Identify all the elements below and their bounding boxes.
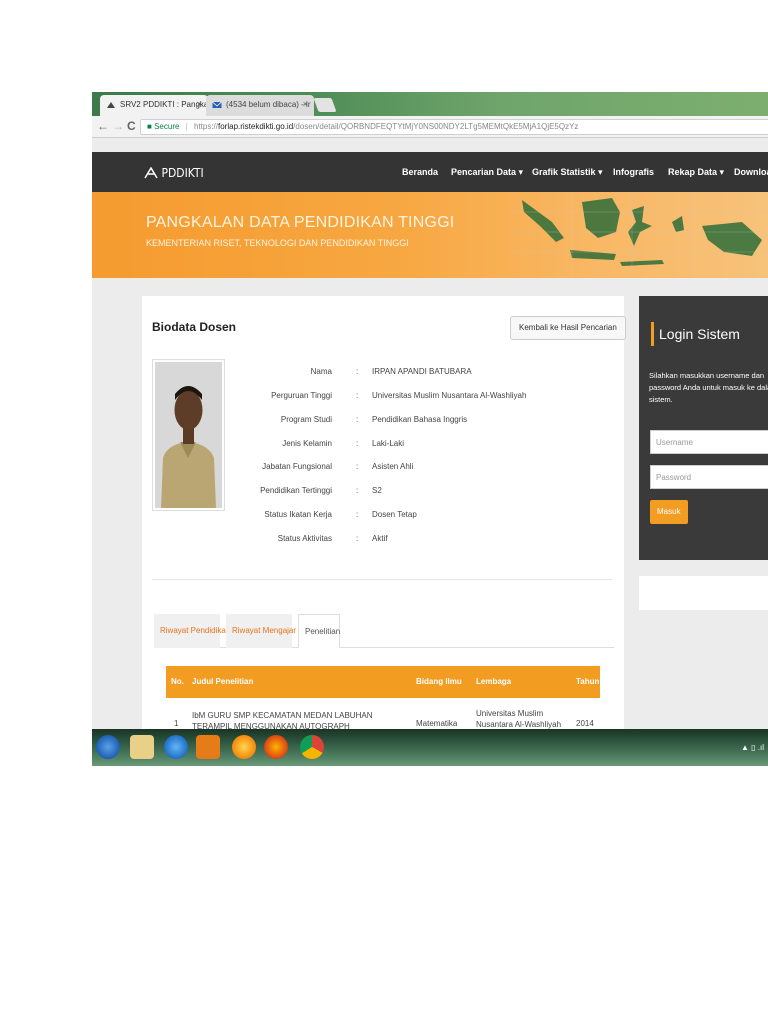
mail-icon xyxy=(212,101,222,108)
nav-beranda[interactable]: Beranda xyxy=(402,167,438,177)
secure-label: Secure xyxy=(154,122,180,131)
nav-download[interactable]: Downloa xyxy=(734,167,768,177)
info-label: Status Ikatan Kerja xyxy=(264,510,332,519)
start-button-icon[interactable] xyxy=(96,735,120,759)
info-colon: : xyxy=(356,367,359,376)
info-label: Jenis Kelamin xyxy=(282,439,332,448)
close-icon[interactable]: × xyxy=(197,99,202,109)
info-colon: : xyxy=(356,391,359,400)
logo-text: PDDIKTI xyxy=(161,166,204,180)
tab-riwayat-pendidikan[interactable]: Riwayat Pendidikan xyxy=(154,614,230,648)
biodata-panel: Biodata Dosen Kembali ke Hasil Pencarian… xyxy=(142,296,626,766)
info-value: Universitas Muslim Nusantara Al-Washliya… xyxy=(372,391,527,400)
os-taskbar: ▲ ▯ .ıl xyxy=(92,729,768,766)
browser-tab-strip: SRV2 PDDIKTI : Pangkala × (4534 belum di… xyxy=(92,92,768,116)
login-panel: Login Sistem Silahkan masukkan username … xyxy=(639,296,768,560)
info-value: IRPAN APANDI BATUBARA xyxy=(372,367,472,376)
url-path: /dosen/detail/QORBNDFEQTYtMjY0NS00NDY2LT… xyxy=(293,122,579,131)
login-title: Login Sistem xyxy=(659,326,740,342)
info-colon: : xyxy=(356,462,359,471)
site-logo[interactable]: PDDIKTI xyxy=(144,166,204,180)
cell-no: 1 xyxy=(174,719,179,728)
browser-tab-mail[interactable]: (4534 belum dibaca) - ir × xyxy=(206,95,314,116)
sidebar-box xyxy=(639,576,768,610)
username-input[interactable]: Username xyxy=(650,430,768,454)
notes-icon[interactable] xyxy=(130,735,154,759)
chrome-icon[interactable] xyxy=(300,735,324,759)
login-description: Silahkan masukkan username dan password … xyxy=(649,371,768,404)
info-colon: : xyxy=(356,534,359,543)
section-divider xyxy=(152,579,612,580)
nav-infografis[interactable]: Infografis xyxy=(613,167,654,177)
site-banner: PANGKALAN DATA PENDIDIKAN TINGGI KEMENTE… xyxy=(92,192,768,278)
info-label: Nama xyxy=(310,367,332,376)
system-tray[interactable]: ▲ ▯ .ıl xyxy=(741,743,764,752)
info-label: Jabatan Fungsional xyxy=(262,462,332,471)
address-bar[interactable]: ■ Secure | https://forlap.ristekdikti.go… xyxy=(140,119,768,135)
column-header-bidang-ilmu: Bidang Ilmu xyxy=(416,677,462,686)
password-input[interactable]: Password xyxy=(650,465,768,489)
site-navbar: PDDIKTI Beranda Pencarian Data ▾ Grafik … xyxy=(92,152,768,192)
internet-explorer-icon[interactable] xyxy=(164,735,188,759)
info-label: Perguruan Tinggi xyxy=(271,391,332,400)
table-header: No. Judul Penelitian Bidang Ilmu Lembaga… xyxy=(166,666,600,698)
column-header-tahun: Tahun xyxy=(576,677,600,686)
close-icon[interactable]: × xyxy=(303,99,308,109)
pddikti-logo-icon xyxy=(144,166,158,179)
cell-field: Matematika xyxy=(416,719,458,728)
banner-title: PANGKALAN DATA PENDIDIKAN TINGGI xyxy=(146,214,455,231)
cell-institution: Universitas Muslim Nusantara Al-Washliya… xyxy=(476,709,562,729)
back-arrow-icon[interactable]: ← xyxy=(97,119,109,133)
forward-arrow-icon[interactable]: → xyxy=(112,119,124,133)
screenshot-frame: SRV2 PDDIKTI : Pangkala × (4534 belum di… xyxy=(92,92,768,766)
cell-year: 2014 xyxy=(576,719,594,728)
info-value: Laki-Laki xyxy=(372,439,405,448)
accent-bar xyxy=(651,322,654,346)
info-label: Program Studi xyxy=(280,415,332,424)
info-colon: : xyxy=(356,415,359,424)
tab-riwayat-mengajar[interactable]: Riwayat Mengajar xyxy=(226,614,296,648)
browser-toolbar: ← → C ■ Secure | https://forlap.ristekdi… xyxy=(92,116,768,138)
url-scheme: https:// xyxy=(193,122,218,131)
back-to-results-button[interactable]: Kembali ke Hasil Pencarian xyxy=(510,316,626,340)
info-label: Pendidikan Tertinggi xyxy=(260,486,332,495)
reload-icon[interactable]: C xyxy=(127,119,136,133)
nav-grafik-statistik[interactable]: Grafik Statistik ▾ xyxy=(532,167,603,178)
nav-pencarian-data[interactable]: Pencarian Data ▾ xyxy=(451,167,523,178)
nav-rekap-data[interactable]: Rekap Data ▾ xyxy=(668,167,724,178)
info-label: Status Aktivitas xyxy=(277,534,332,543)
browser-tab-label: (4534 belum dibaca) - ir xyxy=(226,100,311,109)
content-tabs: Riwayat Pendidikan Riwayat Mengajar Pene… xyxy=(154,614,614,648)
new-tab-button[interactable] xyxy=(313,98,337,112)
url-host: forlap.ristekdikti.go.id xyxy=(218,122,294,131)
info-value: S2 xyxy=(372,486,382,495)
info-value: Pendidikan Bahasa Inggris xyxy=(372,415,468,424)
column-header-lembaga: Lembaga xyxy=(476,677,512,686)
page-title: Biodata Dosen xyxy=(152,320,237,334)
info-colon: : xyxy=(356,439,359,448)
info-colon: : xyxy=(356,486,359,495)
info-value: Aktif xyxy=(372,534,388,543)
url-separator: | xyxy=(185,122,188,131)
info-value: Asisten Ahli xyxy=(372,462,414,471)
lock-icon: ■ xyxy=(147,122,152,131)
firefox-icon[interactable] xyxy=(264,735,288,759)
info-value: Dosen Tetap xyxy=(372,510,417,519)
browser-tab-pddikti[interactable]: SRV2 PDDIKTI : Pangkala × xyxy=(100,95,208,116)
column-header-judul: Judul Penelitian xyxy=(192,677,254,686)
indonesia-map-icon xyxy=(512,192,768,278)
info-colon: : xyxy=(356,510,359,519)
banner-subtitle: KEMENTERIAN RISET, TEKNOLOGI DAN PENDIDI… xyxy=(146,238,409,248)
pddikti-favicon-icon xyxy=(107,102,115,108)
column-header-no: No. xyxy=(171,677,184,686)
app-icon[interactable] xyxy=(232,735,256,759)
tab-penelitian[interactable]: Penelitian xyxy=(298,614,340,648)
media-player-icon[interactable] xyxy=(196,735,220,759)
browser-tab-label: SRV2 PDDIKTI : Pangkala xyxy=(120,100,208,109)
login-submit-button[interactable]: Masuk xyxy=(650,500,688,524)
